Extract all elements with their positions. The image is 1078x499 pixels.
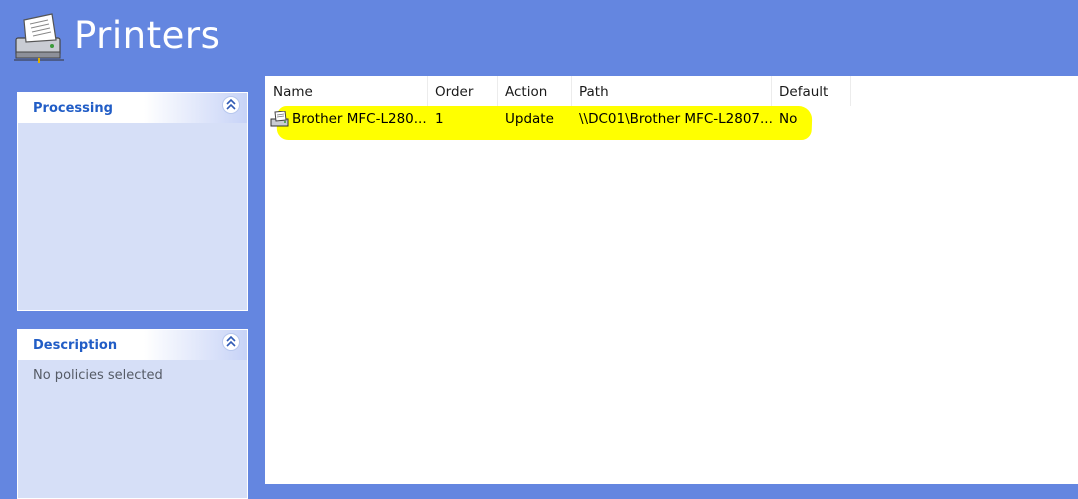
row-name: Brother MFC-L280... xyxy=(292,111,427,127)
row-path: \\DC01\Brother MFC-L2807... xyxy=(579,111,772,127)
description-panel-header[interactable]: Description xyxy=(18,330,247,360)
description-collapse-button[interactable] xyxy=(222,333,240,351)
printer-icon xyxy=(270,111,289,127)
column-header-action[interactable]: Action xyxy=(498,76,572,106)
row-default: No xyxy=(779,111,798,127)
chevron-up-icon xyxy=(226,99,236,110)
column-header-order[interactable]: Order xyxy=(428,76,498,106)
sidebar: Processing Description No policies selec… xyxy=(0,76,265,499)
column-header-default[interactable]: Default xyxy=(772,76,851,106)
header-bar: Printers xyxy=(0,0,1078,76)
processing-collapse-button[interactable] xyxy=(222,96,240,114)
chevron-up-icon xyxy=(226,336,236,347)
processing-panel-header[interactable]: Processing xyxy=(18,93,247,123)
processing-panel-title: Processing xyxy=(33,101,113,116)
processing-panel: Processing xyxy=(17,92,248,311)
printer-icon xyxy=(14,13,64,63)
row-action: Update xyxy=(505,111,554,127)
description-panel: Description No policies selected xyxy=(17,329,248,499)
column-header-path[interactable]: Path xyxy=(572,76,772,106)
description-panel-body: No policies selected xyxy=(33,368,163,383)
row-name-cell[interactable]: Brother MFC-L280... xyxy=(266,108,428,130)
printer-list: Name Order Action Path Default Brother M… xyxy=(265,76,1078,484)
column-header-name[interactable]: Name xyxy=(266,76,428,106)
page-title: Printers xyxy=(74,14,221,57)
description-panel-title: Description xyxy=(33,338,118,353)
processing-panel-body xyxy=(18,123,247,139)
row-order: 1 xyxy=(435,111,444,127)
